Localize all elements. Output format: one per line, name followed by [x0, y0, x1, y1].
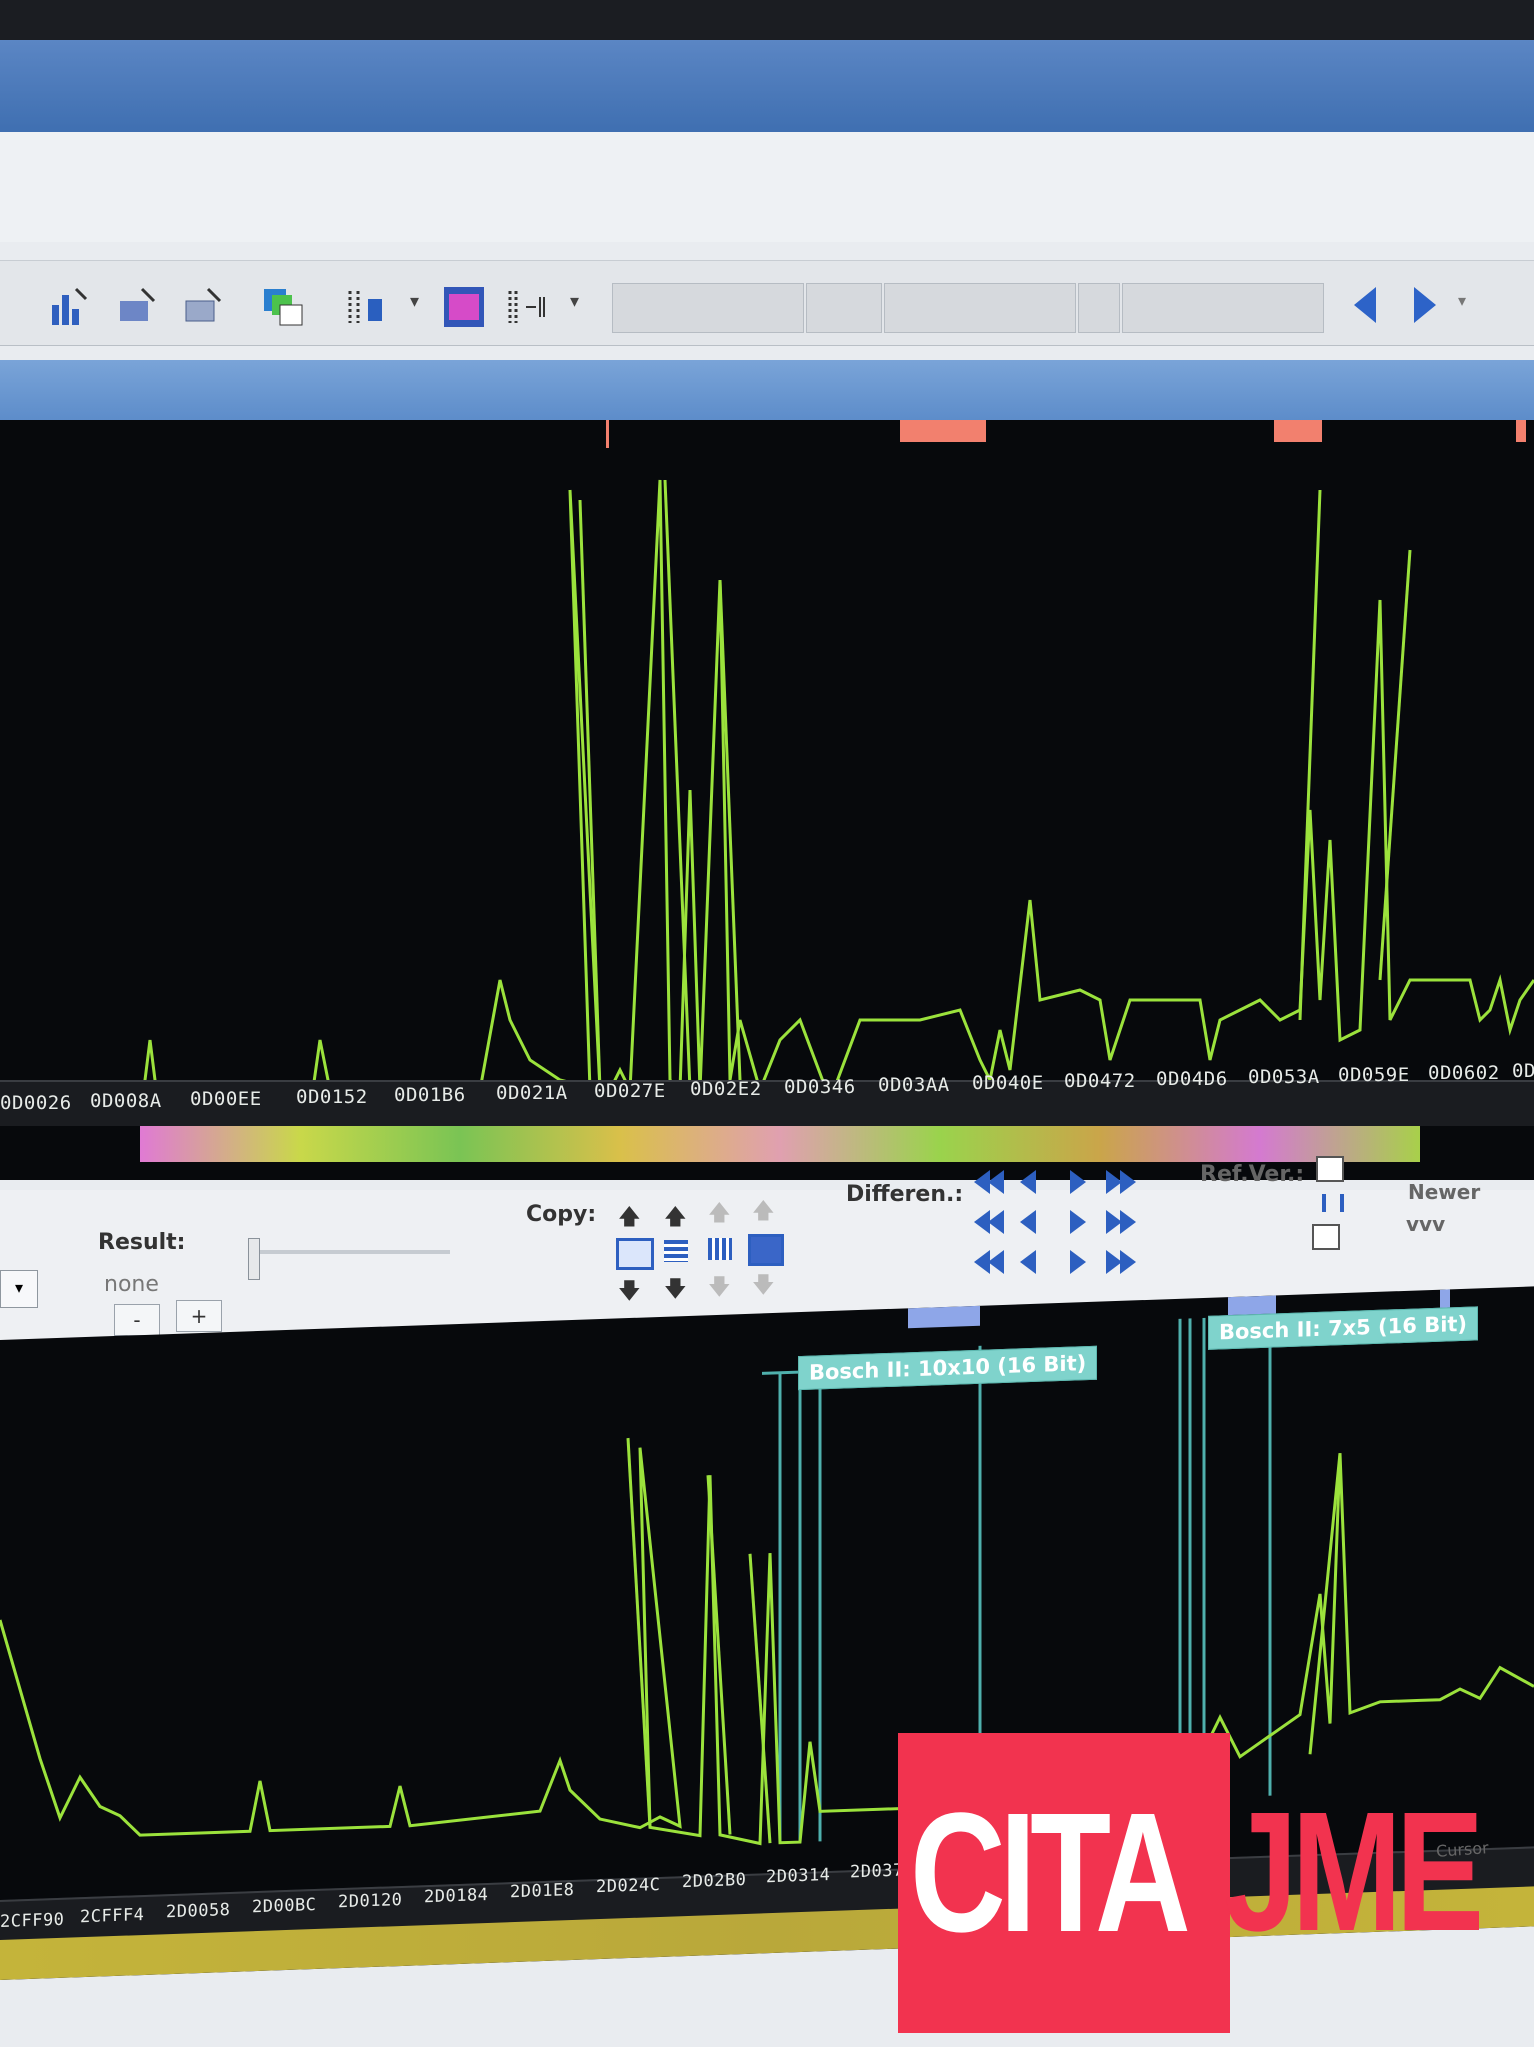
dropdown-arrow-icon[interactable]: ▾ [570, 291, 579, 312]
address-label: 0D040E [972, 1072, 1044, 1094]
address-label: 0D03AA [878, 1074, 950, 1096]
marker-block [1274, 420, 1322, 442]
copy-green-icon[interactable] [262, 285, 306, 329]
panel-header [0, 360, 1534, 424]
minus-button[interactable]: - [114, 1304, 160, 1336]
address-label: 0D0602 [1428, 1062, 1500, 1084]
address-label: 0D021A [496, 1082, 568, 1104]
down-arrow-icon[interactable]: 🡇 [752, 1268, 775, 1306]
address-label: 0D [1512, 1060, 1534, 1082]
address-label: 0D02E2 [690, 1078, 762, 1100]
ref-window-icon[interactable] [1316, 1156, 1344, 1182]
refver-label: Ref.Ver.: [1200, 1162, 1305, 1187]
copy-panel-icon[interactable] [616, 1238, 654, 1270]
ref-window-icon[interactable] [1312, 1224, 1340, 1250]
watermark-text-left: CITA [910, 1778, 1191, 1968]
next-arrow-icon[interactable] [1410, 283, 1440, 327]
window-icon[interactable] [442, 285, 486, 329]
pause-icon[interactable] [1322, 1194, 1344, 1212]
scatter-icon[interactable] [116, 285, 160, 329]
top-hex-graph[interactable]: 0D0026 0D008A 0D00EE 0D0152 0D01B6 0D021… [0, 420, 1534, 1180]
address-label: 0D059E [1338, 1064, 1410, 1086]
title-bar [0, 40, 1534, 132]
address-label: 0D00EE [190, 1088, 262, 1110]
3d-graph-icon[interactable] [182, 285, 226, 329]
newer-label: Newer [1408, 1180, 1481, 1204]
split-icon[interactable] [506, 285, 550, 329]
address-label: 2D00BC [252, 1894, 317, 1918]
address-label: 0D053A [1248, 1066, 1320, 1088]
density-strip [140, 1126, 1420, 1162]
watermark-logo: CITA [898, 1733, 1230, 2033]
address-label: 0D0152 [296, 1086, 368, 1108]
marker-block [900, 420, 986, 442]
address-label: 0D0346 [784, 1076, 856, 1098]
address-label: 2D0120 [338, 1889, 403, 1913]
map-marker [908, 1305, 980, 1329]
address-label: 2D0058 [166, 1899, 231, 1923]
up-arrow-icon[interactable]: 🡅 [618, 1200, 641, 1238]
plus-button[interactable]: + [176, 1300, 222, 1332]
down-arrow-icon[interactable]: 🡇 [618, 1274, 641, 1312]
map-marker [1440, 1289, 1450, 1308]
address-label: 2D024C [596, 1874, 661, 1898]
data-spike [626, 1437, 652, 1828]
copy-table-icon[interactable] [664, 1240, 688, 1262]
address-label: 2CFFF4 [80, 1904, 145, 1928]
stepper[interactable] [806, 283, 882, 333]
value-field[interactable] [884, 283, 1076, 333]
address-label: 2D037 [850, 1860, 904, 1883]
vvv-label: vvv [1406, 1212, 1446, 1236]
address-label: 0D04D6 [1156, 1068, 1228, 1090]
address-label: 0D0472 [1064, 1070, 1136, 1092]
data-spike [578, 499, 602, 1091]
map-marker [1228, 1295, 1276, 1316]
address-label: 0D008A [90, 1090, 162, 1112]
prev-arrow-icon[interactable] [1350, 283, 1380, 327]
copy-columns-icon[interactable] [708, 1238, 732, 1260]
address-bar: 0D0026 0D008A 0D00EE 0D0152 0D01B6 0D021… [0, 1060, 1534, 1126]
menu-area [0, 132, 1534, 242]
differences-label: Differen.: [846, 1182, 964, 1207]
result-label: Result: [98, 1230, 186, 1255]
down-arrow-icon[interactable]: 🡇 [664, 1272, 687, 1310]
dropdown-arrow-icon[interactable]: ▾ [1458, 291, 1466, 310]
address-label: 2D02B0 [682, 1869, 747, 1893]
slider-thumb[interactable] [248, 1238, 260, 1280]
bar-chart-icon[interactable] [48, 285, 92, 329]
toolbar: ▾ ▾ ▾ [0, 260, 1534, 346]
address-label: 2D0314 [766, 1865, 831, 1888]
up-arrow-icon[interactable]: 🡅 [664, 1200, 687, 1238]
address-label: 2D01E8 [510, 1879, 575, 1903]
marker-block [1516, 420, 1526, 442]
dropdown-arrow-icon[interactable]: ▾ [0, 1270, 38, 1308]
stepper[interactable] [1078, 283, 1120, 333]
data-curve [0, 479, 1534, 1122]
address-field[interactable] [612, 283, 804, 333]
up-arrow-icon[interactable]: 🡅 [752, 1194, 775, 1232]
result-slider[interactable] [250, 1250, 450, 1254]
down-arrow-icon[interactable]: 🡇 [708, 1270, 731, 1308]
copy-label: Copy: [526, 1202, 597, 1227]
address-label: 0D027E [594, 1080, 666, 1102]
marker-tick [606, 420, 609, 448]
difference-navigator[interactable] [970, 1164, 1150, 1284]
up-arrow-icon[interactable]: 🡅 [708, 1196, 731, 1234]
address-label: 0D01B6 [394, 1084, 466, 1106]
address-label: 2D0184 [424, 1884, 489, 1908]
columns-icon[interactable] [346, 285, 390, 329]
result-value: none [104, 1272, 159, 1297]
zoom-field[interactable] [1122, 283, 1324, 333]
copy-window-icon[interactable] [748, 1234, 784, 1266]
address-label: 0D0026 [0, 1092, 72, 1114]
address-label: 2CFF90 [0, 1909, 65, 1932]
dropdown-arrow-icon[interactable]: ▾ [410, 291, 419, 312]
watermark-text-right: JME [1224, 1777, 1484, 1967]
